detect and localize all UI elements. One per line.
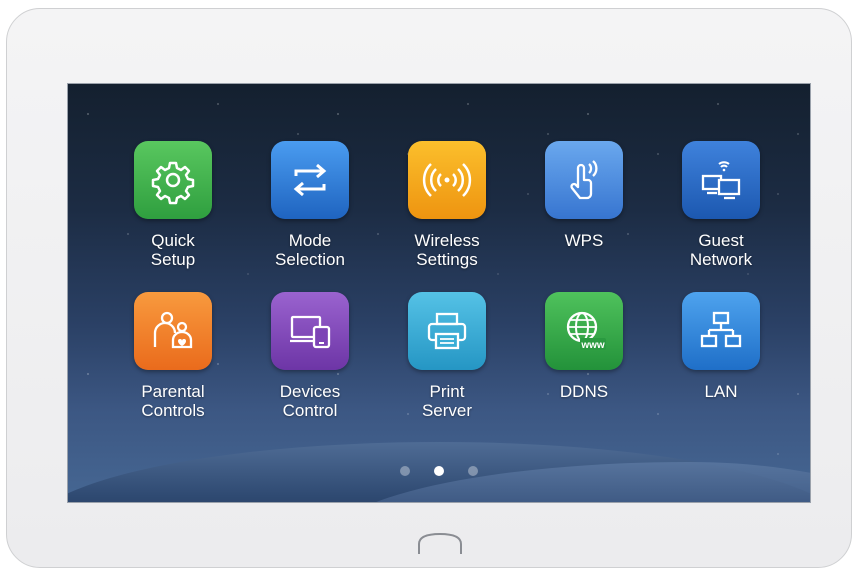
gear-icon	[151, 161, 195, 205]
devices-icon	[290, 315, 331, 349]
app-label: DDNS	[559, 382, 609, 401]
app-label: WPS	[564, 231, 604, 250]
ddns-tile[interactable]: www	[545, 292, 623, 370]
app-ddns[interactable]: www DDNS	[519, 292, 649, 401]
touch-wps-icon	[570, 160, 598, 200]
page-dot-1[interactable]	[400, 466, 410, 476]
home-button[interactable]	[415, 528, 465, 556]
app-wireless-settings[interactable]: Wireless Settings	[382, 141, 512, 269]
print-server-tile[interactable]	[408, 292, 486, 370]
svg-text:www: www	[580, 340, 605, 351]
app-label: Parental Controls	[141, 382, 205, 420]
app-label: Print Server	[421, 382, 473, 420]
globe-www-icon: www	[566, 311, 606, 351]
wireless-signal-icon	[422, 163, 472, 197]
page-dot-2[interactable]	[434, 466, 444, 476]
app-print-server[interactable]: Print Server	[382, 292, 512, 420]
app-label: Devices Control	[279, 382, 341, 420]
page-dot-3[interactable]	[468, 466, 478, 476]
quick-setup-tile[interactable]	[134, 141, 212, 219]
page-indicator	[68, 466, 810, 476]
printer-icon	[427, 312, 467, 350]
app-wps[interactable]: WPS	[519, 141, 649, 250]
lan-tile[interactable]	[682, 292, 760, 370]
parental-controls-tile[interactable]	[134, 292, 212, 370]
app-parental-controls[interactable]: Parental Controls	[108, 292, 238, 420]
app-label: Quick Setup	[150, 231, 196, 269]
app-label: Mode Selection	[275, 231, 345, 269]
home-arch-icon	[418, 532, 462, 554]
swap-arrows-icon	[293, 163, 327, 197]
guest-network-icon	[701, 161, 741, 200]
mode-selection-tile[interactable]	[271, 141, 349, 219]
app-quick-setup[interactable]: Quick Setup	[108, 141, 238, 269]
app-label: Wireless Settings	[414, 231, 480, 269]
wireless-settings-tile[interactable]	[408, 141, 486, 219]
devices-control-tile[interactable]	[271, 292, 349, 370]
lan-network-icon	[700, 311, 742, 348]
app-label: Guest Network	[689, 231, 753, 269]
app-devices-control[interactable]: Devices Control	[245, 292, 375, 420]
wps-tile[interactable]	[545, 141, 623, 219]
app-guest-network[interactable]: Guest Network	[656, 141, 786, 269]
guest-network-tile[interactable]	[682, 141, 760, 219]
app-lan[interactable]: LAN	[656, 292, 786, 401]
app-label: LAN	[704, 382, 738, 401]
home-screen: Quick Setup Mode Selection Wireless Sett…	[67, 83, 811, 503]
app-mode-selection[interactable]: Mode Selection	[245, 141, 375, 269]
parental-icon	[153, 311, 193, 349]
